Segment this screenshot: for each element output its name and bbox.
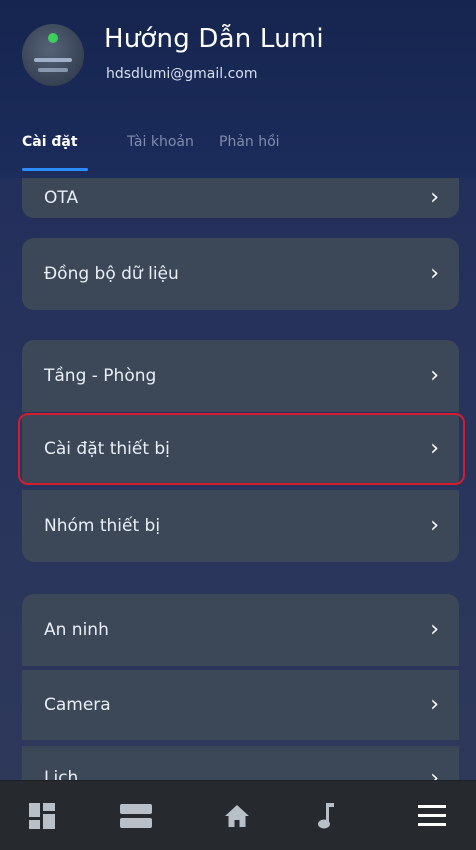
user-email: hdsdlumi@gmail.com (106, 66, 258, 82)
menu-item-label: Đồng bộ dữ liệu (44, 264, 179, 284)
nav-home[interactable] (197, 781, 277, 850)
rooms-list-icon (120, 803, 152, 828)
nav-dashboard[interactable] (2, 781, 82, 850)
profile-header: Hướng Dẫn Lumi hdsdlumi@gmail.com Cài đặ… (0, 0, 476, 178)
tab-indicator (22, 168, 88, 171)
menu-item-label: Cài đặt thiết bị (44, 439, 170, 459)
dashboard-grid-icon (29, 802, 55, 829)
chevron-right-icon: › (430, 185, 439, 210)
chevron-right-icon: › (430, 692, 439, 717)
chevron-right-icon: › (430, 513, 439, 538)
menu-item-label: Camera (44, 695, 111, 715)
menu-item-label: Nhóm thiết bị (44, 516, 161, 536)
menu-item-ota[interactable]: OTA › (22, 178, 459, 218)
home-icon (225, 804, 249, 827)
user-name: Hướng Dẫn Lumi (104, 24, 324, 54)
nav-menu[interactable] (392, 781, 472, 850)
avatar[interactable] (22, 24, 84, 86)
status-dot (48, 33, 58, 43)
tab-account[interactable]: Tài khoản (127, 134, 194, 150)
menu-item-label: Tầng - Phòng (44, 366, 157, 386)
bottom-nav (0, 780, 476, 850)
nav-music[interactable] (286, 781, 366, 850)
chevron-right-icon: › (430, 261, 439, 286)
menu-item-data-sync[interactable]: Đồng bộ dữ liệu › (22, 238, 459, 310)
menu-item-device-group[interactable]: Nhóm thiết bị › (22, 490, 459, 562)
menu-item-floor-room[interactable]: Tầng - Phòng › (22, 340, 459, 412)
music-note-icon (318, 802, 334, 829)
menu-item-device-settings[interactable]: Cài đặt thiết bị › (22, 414, 459, 484)
menu-item-label: An ninh (44, 620, 109, 640)
tab-feedback[interactable]: Phản hồi (219, 134, 280, 150)
menu-hamburger-icon (418, 804, 446, 827)
chevron-right-icon: › (430, 363, 439, 388)
chevron-right-icon: › (430, 617, 439, 642)
menu-item-label: OTA (44, 188, 79, 208)
nav-rooms[interactable] (96, 781, 176, 850)
menu-item-camera[interactable]: Camera › (22, 670, 459, 740)
chevron-right-icon: › (430, 436, 439, 461)
tab-settings[interactable]: Cài đặt (22, 134, 78, 150)
menu-item-security[interactable]: An ninh › (22, 594, 459, 666)
